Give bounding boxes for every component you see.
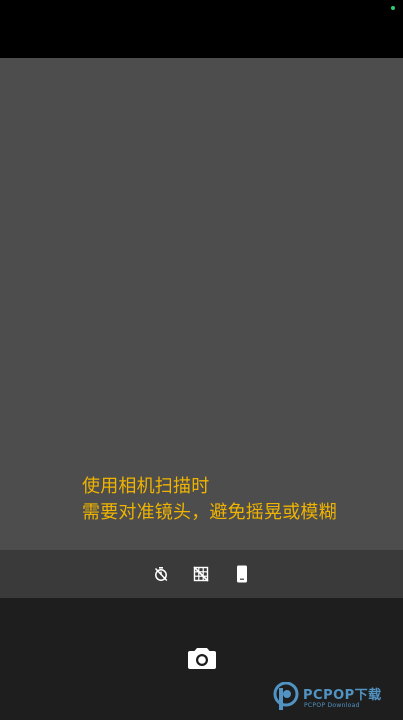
watermark-logo-icon [273, 682, 299, 710]
watermark-subtext: PCPOP Download [304, 702, 360, 709]
camera-viewfinder[interactable]: 使用相机扫描时 需要对准镜头，避免摇晃或模糊 [0, 58, 403, 550]
grid-off-icon[interactable] [189, 562, 213, 586]
camera-toolbar [0, 550, 403, 598]
scan-hint: 使用相机扫描时 需要对准镜头，避免摇晃或模糊 [82, 474, 337, 526]
timer-off-icon[interactable] [149, 562, 173, 586]
camera-icon [188, 648, 216, 669]
shutter-button[interactable] [186, 644, 218, 672]
watermark-text: PCPOP下载 [303, 688, 382, 703]
scan-hint-line-2: 需要对准镜头，避免摇晃或模糊 [82, 502, 337, 523]
watermark: PCPOP下载 PCPOP Download [273, 680, 397, 714]
phone-orientation-icon[interactable] [230, 562, 254, 586]
bottom-bar: PCPOP下载 PCPOP Download [0, 598, 403, 720]
scan-hint-line-1: 使用相机扫描时 [82, 476, 210, 497]
status-indicator-dot [391, 6, 395, 10]
top-bar [0, 0, 403, 58]
